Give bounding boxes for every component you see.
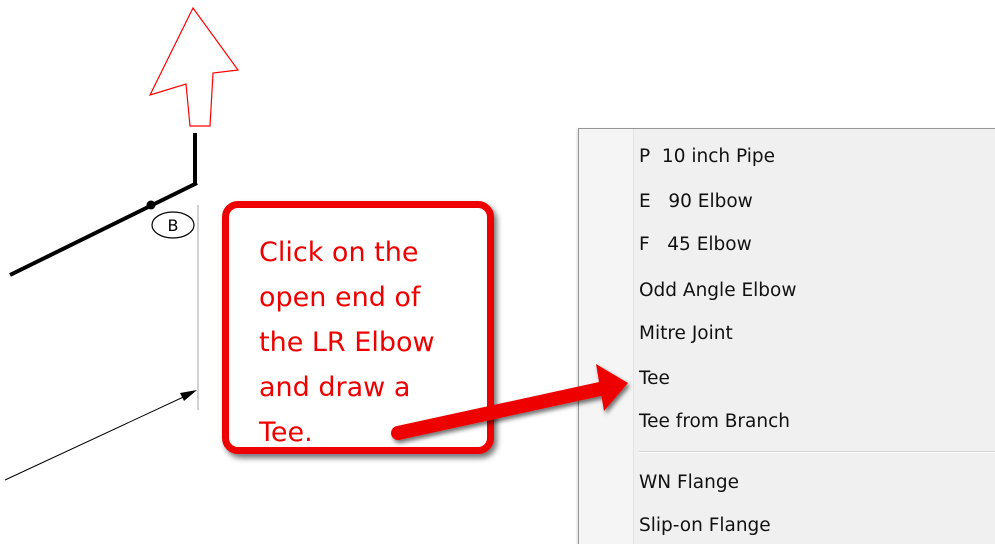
- dimension-arrowhead-icon: [180, 390, 197, 401]
- menu-icon-gutter: [579, 129, 634, 544]
- pipe-node-dot[interactable]: [146, 200, 156, 210]
- menu-item-10-inch-pipe[interactable]: P 10 inch Pipe: [639, 142, 775, 172]
- menu-item-tee[interactable]: Tee: [639, 364, 670, 394]
- menu-separator: [639, 451, 995, 453]
- callout-text: Click on the open end of the LR Elbow an…: [259, 237, 435, 448]
- cad-canvas[interactable]: B P 10 inch Pipe E 90 Elbow F 45 Elbow O…: [0, 0, 995, 544]
- menu-item-90-elbow[interactable]: E 90 Elbow: [639, 187, 753, 217]
- north-arrow-icon: [148, 6, 240, 127]
- menu-item-wn-flange[interactable]: WN Flange: [639, 468, 739, 498]
- menu-item-tee-from-branch[interactable]: Tee from Branch: [639, 407, 790, 437]
- context-menu[interactable]: P 10 inch Pipe E 90 Elbow F 45 Elbow Odd…: [578, 128, 995, 544]
- menu-item-mitre-joint[interactable]: Mitre Joint: [639, 319, 733, 349]
- menu-item-slip-on-flange[interactable]: Slip-on Flange: [639, 511, 771, 541]
- node-label: B: [168, 216, 179, 235]
- instruction-callout: Click on the open end of the LR Elbow an…: [222, 201, 494, 454]
- dimension-line: [4, 392, 193, 481]
- menu-item-odd-angle-elbow[interactable]: Odd Angle Elbow: [639, 276, 796, 306]
- menu-item-45-elbow[interactable]: F 45 Elbow: [639, 230, 752, 260]
